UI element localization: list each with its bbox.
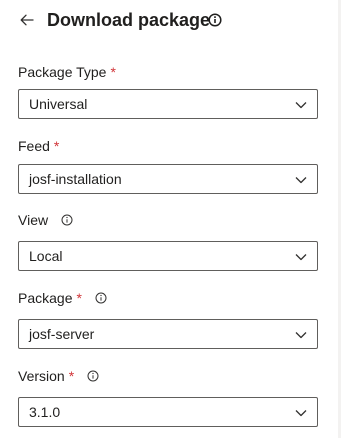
chevron-down-icon [294,98,308,112]
package-type-value: Universal [29,96,88,112]
view-dropdown[interactable]: Local [18,241,318,271]
field-label-text: Package [18,290,73,306]
version-dropdown[interactable]: 3.1.0 [18,397,318,427]
download-package-panel: Download package Package Type * Universal… [0,0,341,438]
feed-value: josf-installation [29,171,122,187]
field-label-text: Package Type [18,64,107,80]
version-info-icon[interactable] [86,369,100,383]
required-marker: * [110,64,116,80]
field-label-text: Version [18,368,65,384]
package-value: josf-server [29,326,95,342]
package-label: Package * [18,289,108,307]
chevron-down-icon [294,173,308,187]
required-marker: * [53,138,60,154]
version-value: 3.1.0 [29,404,61,420]
back-arrow-icon [20,14,34,26]
feed-label: Feed * [18,137,59,155]
title-info-button[interactable] [207,12,223,28]
view-label: View [18,211,74,229]
version-label: Version * [18,367,100,385]
view-value: Local [29,248,63,264]
view-info-icon[interactable] [60,213,74,227]
field-label-text: Feed [18,138,50,154]
package-type-dropdown[interactable]: Universal [18,89,318,119]
chevron-down-icon [294,328,308,342]
feed-dropdown[interactable]: josf-installation [18,164,318,194]
required-marker: * [76,290,82,306]
chevron-down-icon [294,250,308,264]
chevron-down-icon [294,406,308,420]
package-dropdown[interactable]: josf-server [18,319,318,349]
back-button[interactable] [17,10,37,30]
info-icon [208,13,222,27]
package-info-icon[interactable] [94,291,108,305]
required-marker: * [68,368,75,384]
panel-header: Download package [0,0,341,40]
package-type-label: Package Type * [18,63,116,81]
page-title: Download package [47,10,211,30]
field-label-text: View [18,212,49,228]
